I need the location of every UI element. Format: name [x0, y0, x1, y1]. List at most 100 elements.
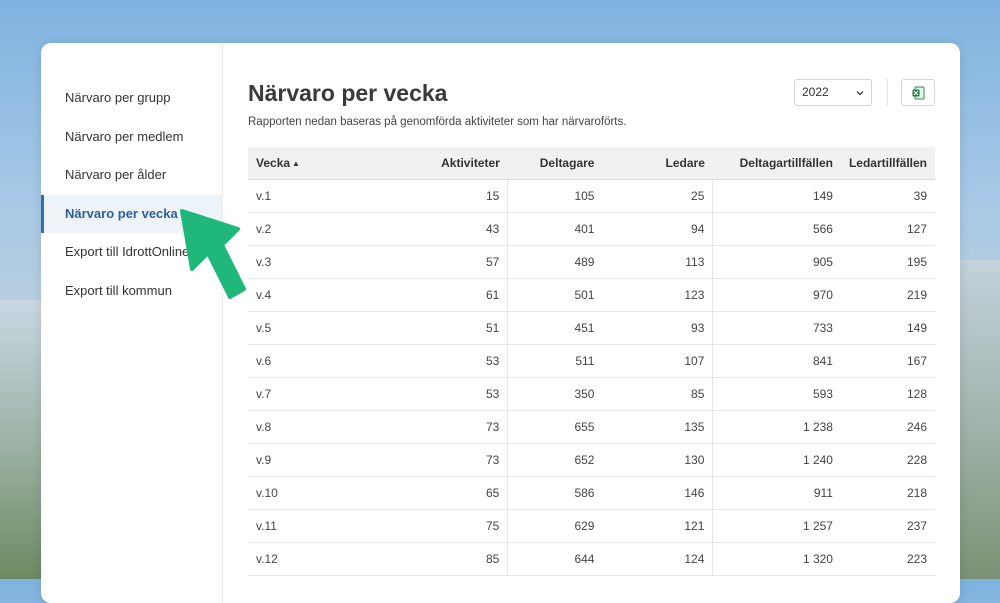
background-right: [955, 260, 1000, 579]
column-header-vecka[interactable]: Vecka ▲: [248, 147, 335, 180]
cell-deltagartillfallen: 1 320: [712, 542, 841, 576]
cell-deltagartillfallen: 905: [712, 245, 841, 279]
cell-deltagare: 105: [507, 179, 603, 213]
cell-ledare: 123: [602, 278, 714, 312]
year-select-value: 2022: [802, 85, 829, 99]
excel-icon: [912, 86, 925, 100]
table-row: v.2 43 401 94 566 127: [248, 212, 935, 246]
cell-vecka: v.4: [248, 278, 335, 312]
table-row: v.10 65 586 146 911 218: [248, 476, 935, 510]
table-row: v.9 73 652 130 1 240 228: [248, 443, 935, 477]
cell-ledare: 25: [602, 179, 714, 213]
cell-deltagare: 451: [507, 311, 603, 345]
cell-vecka: v.7: [248, 377, 335, 411]
sidebar-item-narvaro-per-medlem[interactable]: Närvaro per medlem: [41, 118, 222, 157]
cell-ledare: 93: [602, 311, 714, 345]
cell-deltagartillfallen: 1 240: [712, 443, 841, 477]
cell-deltagare: 629: [507, 509, 603, 543]
cell-vecka: v.12: [248, 542, 335, 576]
main-content: Närvaro per vecka Rapporten nedan basera…: [248, 43, 935, 603]
cell-deltagare: 652: [507, 443, 603, 477]
page-title: Närvaro per vecka: [248, 80, 448, 106]
cell-ledartillfallen: 237: [840, 509, 935, 543]
column-header-aktiviteter[interactable]: Aktiviteter: [334, 147, 508, 180]
cell-deltagartillfallen: 149: [712, 179, 841, 213]
cell-deltagare: 586: [507, 476, 603, 510]
cell-ledartillfallen: 246: [840, 410, 935, 444]
cell-aktiviteter: 43: [334, 212, 509, 246]
cell-ledare: 130: [602, 443, 714, 477]
sort-ascending-icon: ▲: [292, 159, 300, 168]
cell-aktiviteter: 53: [334, 344, 509, 378]
column-header-ledartillfallen[interactable]: Ledartillfällen: [840, 147, 935, 180]
chevron-down-icon: [856, 91, 864, 96]
cell-ledartillfallen: 39: [840, 179, 935, 213]
cell-deltagartillfallen: 1 257: [712, 509, 841, 543]
cell-vecka: v.8: [248, 410, 335, 444]
cell-deltagare: 501: [507, 278, 603, 312]
cell-aktiviteter: 65: [334, 476, 509, 510]
cell-vecka: v.6: [248, 344, 335, 378]
cell-aktiviteter: 51: [334, 311, 509, 345]
cell-deltagartillfallen: 566: [712, 212, 841, 246]
year-select[interactable]: 2022: [794, 79, 872, 106]
cell-ledartillfallen: 195: [840, 245, 935, 279]
cell-deltagartillfallen: 841: [712, 344, 841, 378]
attendance-table: Vecka ▲ Aktiviteter Deltagare Ledare Delt…: [248, 147, 935, 576]
sidebar-item-narvaro-per-alder[interactable]: Närvaro per ålder: [41, 156, 222, 195]
table-row: v.8 73 655 135 1 238 246: [248, 410, 935, 444]
cell-deltagare: 401: [507, 212, 603, 246]
cell-vecka: v.10: [248, 476, 335, 510]
cell-vecka: v.5: [248, 311, 335, 345]
cell-deltagare: 644: [507, 542, 603, 576]
cell-vecka: v.1: [248, 179, 335, 213]
cell-aktiviteter: 73: [334, 410, 509, 444]
cell-ledartillfallen: 219: [840, 278, 935, 312]
cell-aktiviteter: 75: [334, 509, 509, 543]
cell-deltagartillfallen: 733: [712, 311, 841, 345]
column-header-ledare[interactable]: Ledare: [602, 147, 713, 180]
table-row: v.6 53 511 107 841 167: [248, 344, 935, 378]
cell-deltagare: 655: [507, 410, 603, 444]
table-row: v.12 85 644 124 1 320 223: [248, 542, 935, 576]
cell-ledartillfallen: 127: [840, 212, 935, 246]
cell-deltagartillfallen: 911: [712, 476, 841, 510]
cell-ledartillfallen: 128: [840, 377, 935, 411]
page-subtitle: Rapporten nedan baseras på genomförda ak…: [248, 116, 627, 128]
cell-deltagare: 511: [507, 344, 603, 378]
cell-deltagare: 350: [507, 377, 603, 411]
cell-deltagare: 489: [507, 245, 603, 279]
cell-aktiviteter: 85: [334, 542, 509, 576]
cell-vecka: v.3: [248, 245, 335, 279]
cell-deltagartillfallen: 970: [712, 278, 841, 312]
export-excel-button[interactable]: [901, 79, 935, 106]
cell-aktiviteter: 53: [334, 377, 509, 411]
cell-vecka: v.9: [248, 443, 335, 477]
cell-ledare: 135: [602, 410, 714, 444]
cell-ledare: 107: [602, 344, 714, 378]
cell-ledare: 121: [602, 509, 714, 543]
cell-ledartillfallen: 228: [840, 443, 935, 477]
table-row: v.7 53 350 85 593 128: [248, 377, 935, 411]
cell-ledare: 146: [602, 476, 714, 510]
cell-aktiviteter: 15: [334, 179, 509, 213]
cell-ledartillfallen: 218: [840, 476, 935, 510]
cell-aktiviteter: 73: [334, 443, 509, 477]
table-row: v.1 15 105 25 149 39: [248, 179, 935, 213]
cell-ledartillfallen: 167: [840, 344, 935, 378]
cell-vecka: v.11: [248, 509, 335, 543]
cell-deltagartillfallen: 593: [712, 377, 841, 411]
table-row: v.5 51 451 93 733 149: [248, 311, 935, 345]
cell-aktiviteter: 57: [334, 245, 509, 279]
table-row: v.11 75 629 121 1 257 237: [248, 509, 935, 543]
column-header-deltagartillfallen[interactable]: Deltagartillfällen: [712, 147, 841, 180]
cell-ledartillfallen: 223: [840, 542, 935, 576]
cell-ledare: 124: [602, 542, 714, 576]
cell-deltagartillfallen: 1 238: [712, 410, 841, 444]
cell-vecka: v.2: [248, 212, 335, 246]
sidebar-item-narvaro-per-grupp[interactable]: Närvaro per grupp: [41, 79, 222, 118]
column-header-deltagare[interactable]: Deltagare: [507, 147, 603, 180]
toolbar-divider: [887, 79, 888, 106]
cell-ledare: 113: [602, 245, 714, 279]
cell-ledare: 85: [602, 377, 714, 411]
